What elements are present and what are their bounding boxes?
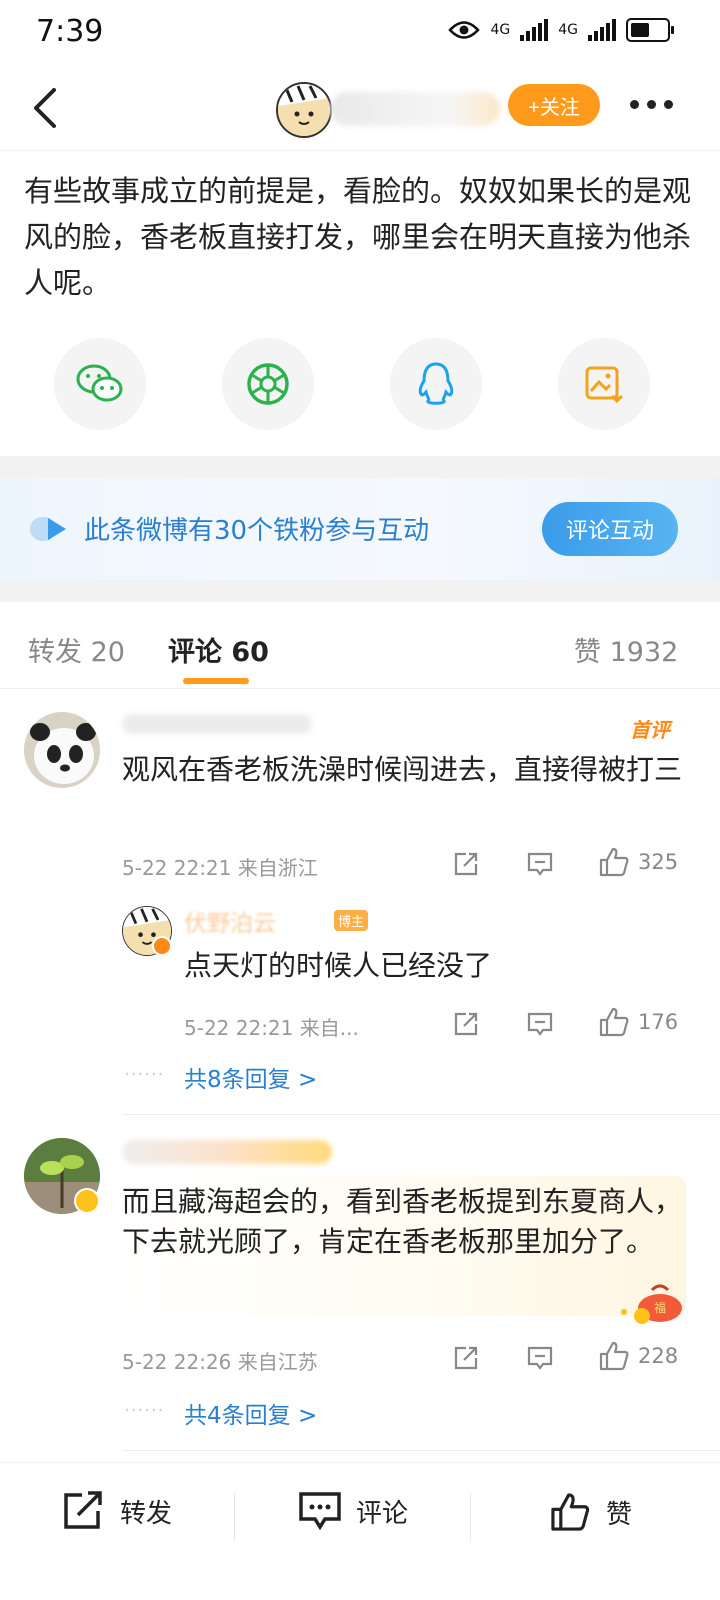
status-time: 7:39: [36, 14, 104, 49]
tab-repost[interactable]: 转发 20: [28, 630, 125, 669]
divider: [122, 1114, 720, 1115]
comment-icon[interactable]: [526, 1010, 554, 1038]
more-options-icon[interactable]: [630, 100, 673, 109]
like-button[interactable]: 228: [598, 1340, 678, 1372]
more-replies-link[interactable]: 共4条回复 >: [184, 1396, 317, 1430]
moments-icon: [247, 363, 289, 405]
section-gap: [0, 456, 720, 478]
wechat-icon: [76, 364, 123, 402]
comment-text: 观风在香老板洗澡时候闯进去，直接得被打三: [122, 753, 683, 786]
verified-badge-icon: [152, 936, 172, 956]
comment-meta: 5-22 22:21 来自浙江: [122, 856, 318, 880]
thumbs-up-icon: [599, 1341, 629, 1371]
follow-button[interactable]: +关注: [508, 84, 600, 126]
lucky-bag-icon: 福: [621, 1284, 682, 1324]
back-arrow-icon[interactable]: [26, 86, 66, 130]
like-button[interactable]: 176: [598, 1006, 678, 1038]
author-avatar[interactable]: [276, 82, 332, 138]
like-button[interactable]: 325: [598, 846, 678, 878]
comment-text: 而且藏海超会的，看到香老板提到东夏商人，下去就光顾了，肯定在香老板那里加分了。: [122, 1185, 683, 1258]
tab-comments[interactable]: 评论 60: [168, 630, 269, 669]
bottom-like-button[interactable]: 赞: [548, 1491, 632, 1533]
divider: [122, 1450, 720, 1451]
bottom-like-label: 赞: [606, 1499, 633, 1530]
repost-icon: [64, 1491, 102, 1529]
verified-badge-icon: [74, 1188, 100, 1214]
save-image-button[interactable]: [558, 338, 650, 430]
dots-decoration: ······: [124, 1400, 165, 1421]
commenter-avatar[interactable]: [24, 712, 100, 788]
like-count: 228: [638, 1344, 679, 1368]
author-tag-badge: 博主: [334, 910, 369, 931]
like-count: 325: [638, 850, 679, 874]
divider: [470, 1493, 471, 1541]
network-label-1: 4G: [490, 22, 511, 38]
post-text: 有些故事成立的前提是，看脸的。奴奴如果长的是观风的脸，香老板直接打发，哪里会在明…: [24, 174, 692, 300]
network-label-2: 4G: [558, 22, 578, 38]
tab-indicator: [183, 678, 249, 684]
share-qq-button[interactable]: [390, 338, 482, 430]
top-bar: +关注: [0, 70, 720, 151]
divider: [234, 1493, 235, 1541]
status-bar: 7:39 4G 4G: [0, 0, 720, 70]
reply-meta: 5-22 22:21 来自...: [184, 1016, 359, 1040]
reply-text: 点天灯的时候人已经没了: [184, 949, 493, 982]
save-image-icon: [585, 366, 624, 404]
thumbs-up-icon: [551, 1493, 590, 1531]
qq-icon: [418, 362, 454, 405]
author-name-blurred: [330, 92, 500, 126]
like-count: 176: [638, 1010, 679, 1034]
bottom-repost-button[interactable]: 转发: [62, 1491, 172, 1531]
comment-icon: [299, 1492, 341, 1531]
comment-icon[interactable]: [526, 850, 554, 878]
panda-avatar-icon: [24, 712, 100, 788]
bottom-comment-label: 评论: [356, 1498, 409, 1529]
bottom-comment-button[interactable]: 评论: [298, 1491, 408, 1531]
first-comment-badge: 首评: [630, 718, 670, 742]
bottom-action-bar: 转发 评论 赞: [0, 1462, 720, 1571]
reply-author-name[interactable]: 伏野泊云: [184, 904, 276, 938]
signal-icon: [588, 19, 616, 41]
thumbs-up-icon: [599, 1007, 629, 1037]
fans-interaction-banner: 此条微博有30个铁粉参与互动 评论互动: [0, 478, 720, 580]
thumbs-up-icon: [599, 847, 629, 877]
comment-interact-button[interactable]: 评论互动: [542, 502, 678, 556]
battery-icon: [626, 18, 674, 42]
banner-text: 此条微博有30个铁粉参与互动: [84, 516, 430, 546]
divider: [0, 688, 720, 689]
comment-meta: 5-22 22:26 来自江苏: [122, 1350, 318, 1374]
comment-icon[interactable]: [526, 1344, 554, 1372]
signal-icon: [520, 19, 549, 41]
commenter-name-blurred: [122, 1140, 332, 1164]
share-moments-button[interactable]: [222, 338, 314, 430]
dots-decoration: ······: [124, 1064, 165, 1085]
avatar-cartoon-icon: [278, 84, 330, 136]
share-wechat-button[interactable]: [54, 338, 146, 430]
commenter-name-blurred: [122, 714, 312, 734]
reply-author-row: 伏野泊云 博主: [184, 904, 374, 938]
more-replies-link[interactable]: 共8条回复 >: [184, 1060, 317, 1094]
repost-icon[interactable]: [452, 1344, 480, 1372]
status-icons: 4G 4G: [448, 18, 674, 42]
eye-icon: [448, 21, 481, 39]
svg-text:福: 福: [654, 1300, 666, 1315]
repost-icon[interactable]: [452, 1010, 480, 1038]
section-gap: [0, 580, 720, 602]
tab-likes[interactable]: 赞 1932: [574, 630, 678, 669]
play-toggle-icon: [30, 517, 66, 541]
repost-icon[interactable]: [452, 850, 480, 878]
bottom-repost-label: 转发: [120, 1498, 173, 1529]
